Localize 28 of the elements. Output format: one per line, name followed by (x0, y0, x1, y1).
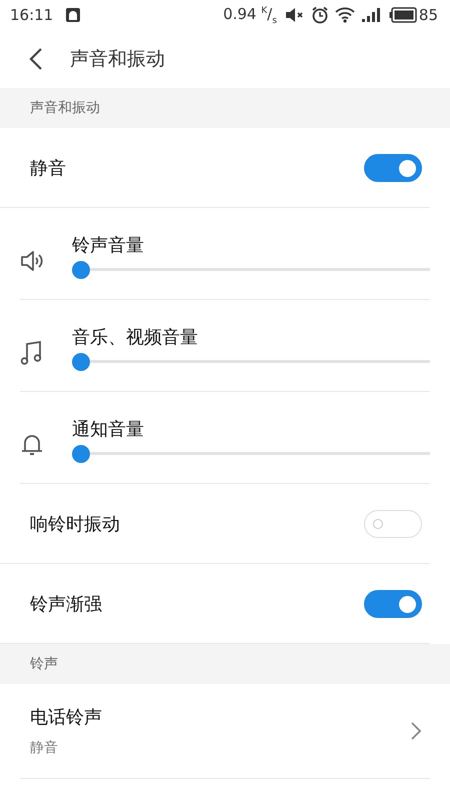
mute-icon (284, 7, 305, 23)
setting-label: 静音 (30, 156, 66, 180)
setting-label: 铃声渐强 (30, 592, 102, 616)
setting-label: 响铃时振动 (30, 512, 120, 536)
signal-icon (360, 7, 383, 23)
battery-icon (388, 7, 417, 23)
notification-icon (65, 7, 82, 23)
slider-thumb[interactable] (72, 260, 90, 278)
section-header: 铃声 (0, 644, 450, 684)
volume-label: 铃声音量 (72, 234, 145, 256)
slider-thumb[interactable] (72, 444, 90, 462)
setting-value: 静音 (30, 739, 59, 757)
music-note-icon (20, 340, 44, 366)
volume-label: 音乐、视频音量 (72, 326, 199, 348)
battery-level: 85 (418, 6, 438, 24)
status-time: 16:11 (10, 6, 54, 24)
wifi-icon (334, 7, 355, 23)
back-icon[interactable] (28, 47, 44, 71)
network-speed: 0.94 $^{K}$/$_{s}$ (223, 4, 277, 26)
chevron-right-icon[interactable] (410, 721, 422, 741)
toggle-switch[interactable] (364, 590, 422, 618)
toggle-switch[interactable] (364, 154, 422, 182)
page-title: 声音和振动 (70, 47, 165, 72)
setting-label: 电话铃声 (30, 706, 102, 729)
volume-label: 通知音量 (72, 418, 145, 440)
section-header: 声音和振动 (0, 88, 450, 128)
slider-thumb[interactable] (72, 352, 90, 370)
alarm-icon (310, 6, 329, 24)
